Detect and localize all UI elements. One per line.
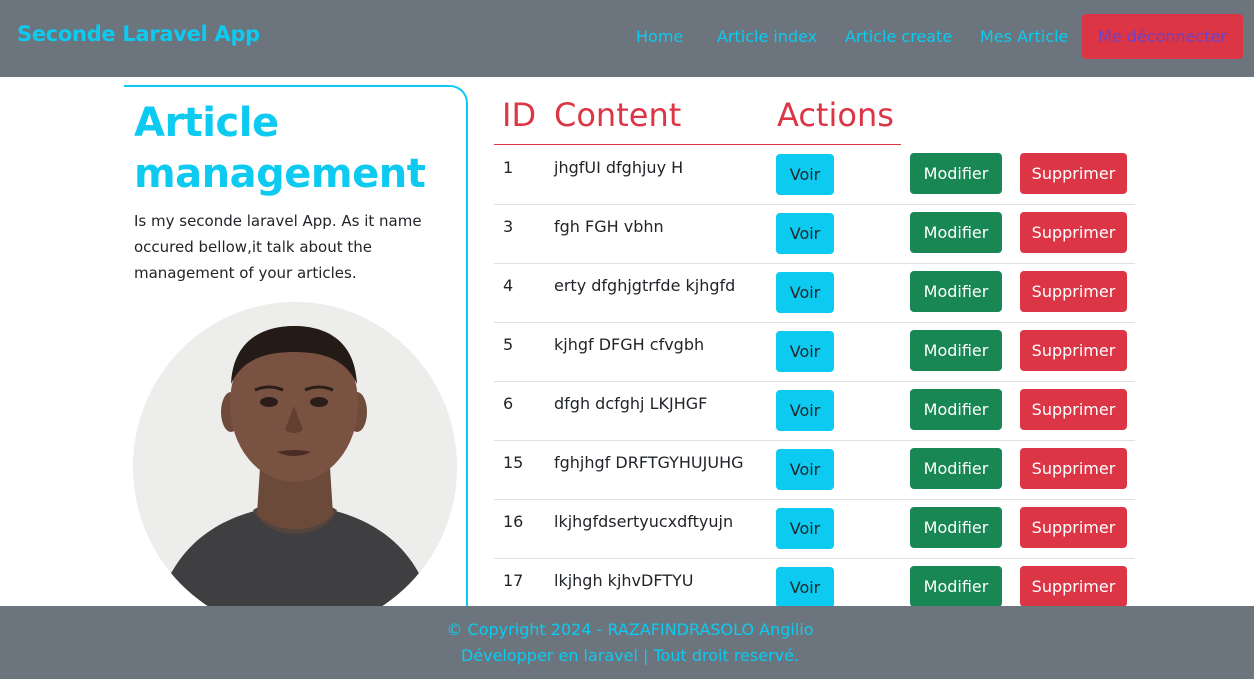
delete-button[interactable]: Supprimer: [1020, 507, 1127, 548]
avatar: [133, 302, 457, 632]
table-row: 16 lkjhgfdsertyucxdftyujn Voir Modifier …: [494, 499, 1135, 559]
view-button[interactable]: Voir: [776, 213, 834, 254]
column-header-id: ID: [502, 96, 537, 134]
edit-button[interactable]: Modifier: [910, 153, 1002, 194]
nav-link-article-create[interactable]: Article create: [845, 27, 952, 46]
delete-button[interactable]: Supprimer: [1020, 153, 1127, 194]
delete-button[interactable]: Supprimer: [1020, 389, 1127, 430]
brand-link[interactable]: Seconde Laravel App: [17, 22, 260, 46]
view-button[interactable]: Voir: [776, 567, 834, 608]
app-description: Is my seconde laravel App. As it name oc…: [134, 212, 422, 282]
row-content: lkjhgh kjhvDFTYU: [554, 571, 694, 590]
row-content: fgh FGH vbhn: [554, 217, 664, 236]
footer: © Copyright 2024 - RAZAFINDRASOLO Angili…: [0, 606, 1254, 679]
row-id: 15: [503, 453, 524, 472]
delete-button[interactable]: Supprimer: [1020, 330, 1127, 371]
table-row: 3 fgh FGH vbhn Voir Modifier Supprimer: [494, 204, 1135, 264]
nav-link-mes-article[interactable]: Mes Article: [980, 27, 1068, 46]
row-id: 4: [503, 276, 514, 295]
edit-button[interactable]: Modifier: [910, 212, 1002, 253]
table-row: 1 jhgfUI dfghjuy H Voir Modifier Supprim…: [494, 145, 1135, 205]
footer-note: Développer en laravel | Tout droit reser…: [460, 646, 800, 665]
delete-button[interactable]: Supprimer: [1020, 448, 1127, 489]
row-id: 3: [503, 217, 514, 236]
page-title: Article management: [134, 100, 426, 197]
navbar: Seconde Laravel App Home Article index A…: [0, 0, 1254, 77]
edit-button[interactable]: Modifier: [910, 566, 1002, 607]
profile-photo: [133, 302, 457, 632]
table-row: 15 fghjhgf DRFTGYHUJUHG Voir Modifier Su…: [494, 440, 1135, 500]
row-content: erty dfghjgtrfde kjhgfd: [554, 276, 736, 295]
row-id: 1: [503, 158, 514, 177]
view-button[interactable]: Voir: [776, 508, 834, 549]
table-row: 4 erty dfghjgtrfde kjhgfd Voir Modifier …: [494, 263, 1135, 323]
row-content: fghjhgf DRFTGYHUJUHG: [554, 453, 744, 472]
copyright-text: © Copyright 2024 - RAZAFINDRASOLO Angili…: [446, 620, 814, 639]
column-header-actions: Actions: [777, 96, 894, 134]
nav-link-article-index[interactable]: Article index: [717, 27, 817, 46]
view-button[interactable]: Voir: [776, 331, 834, 372]
delete-button[interactable]: Supprimer: [1020, 566, 1127, 607]
table-row: 6 dfgh dcfghj LKJHGF Voir Modifier Suppr…: [494, 381, 1135, 441]
edit-button[interactable]: Modifier: [910, 389, 1002, 430]
view-button[interactable]: Voir: [776, 272, 834, 313]
edit-button[interactable]: Modifier: [910, 271, 1002, 312]
row-id: 16: [503, 512, 524, 531]
nav-link-home[interactable]: Home: [636, 27, 683, 46]
row-content: kjhgf DFGH cfvgbh: [554, 335, 705, 354]
column-header-content: Content: [554, 96, 682, 134]
edit-button[interactable]: Modifier: [910, 448, 1002, 489]
logout-button[interactable]: Me déconnecter: [1082, 14, 1243, 59]
row-id: 5: [503, 335, 514, 354]
row-id: 6: [503, 394, 514, 413]
row-content: jhgfUI dfghjuy H: [554, 158, 684, 177]
table-row: 5 kjhgf DFGH cfvgbh Voir Modifier Suppri…: [494, 322, 1135, 382]
row-content: dfgh dcfghj LKJHGF: [554, 394, 708, 413]
row-content: lkjhgfdsertyucxdftyujn: [554, 512, 734, 531]
delete-button[interactable]: Supprimer: [1020, 271, 1127, 312]
row-id: 17: [503, 571, 524, 590]
edit-button[interactable]: Modifier: [910, 330, 1002, 371]
view-button[interactable]: Voir: [776, 154, 834, 195]
delete-button[interactable]: Supprimer: [1020, 212, 1127, 253]
edit-button[interactable]: Modifier: [910, 507, 1002, 548]
view-button[interactable]: Voir: [776, 449, 834, 490]
view-button[interactable]: Voir: [776, 390, 834, 431]
